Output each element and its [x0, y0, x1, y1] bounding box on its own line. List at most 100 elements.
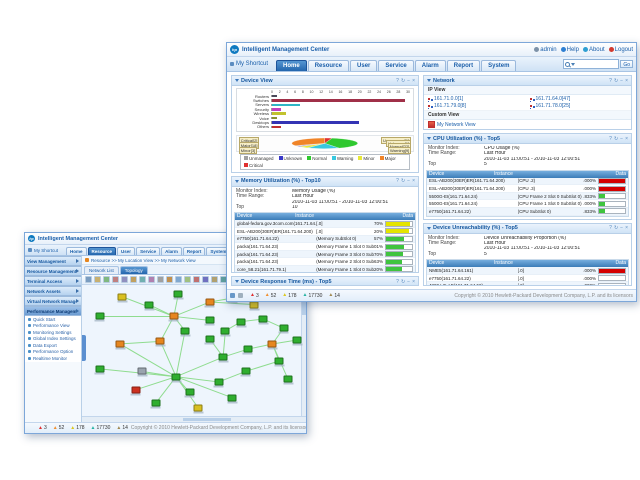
topology-node[interactable]: [118, 293, 127, 300]
search-input[interactable]: [576, 61, 612, 67]
topology-node[interactable]: [174, 291, 183, 298]
topology-node[interactable]: [169, 313, 178, 320]
subnet-link[interactable]: 161.71.78.0[25]: [530, 103, 628, 109]
table-row[interactable]: ESL-AB200(30ER)ER(161.71.64.200) (CPU .2…: [427, 178, 628, 186]
panel-control-icon[interactable]: ?: [609, 78, 612, 84]
topology-node[interactable]: [275, 357, 284, 364]
alarm-counter[interactable]: ▲ 3: [250, 293, 259, 299]
status-icon[interactable]: [238, 293, 243, 298]
scrollbar-thumb[interactable]: [183, 418, 231, 421]
help-link[interactable]: Help: [561, 47, 579, 53]
panel-control-icon[interactable]: ↻: [401, 78, 405, 84]
toolbar-icon[interactable]: [193, 276, 200, 283]
panel-control-icon[interactable]: ?: [609, 136, 612, 142]
column-header[interactable]: Device: [429, 171, 494, 178]
main-tab[interactable]: System: [481, 60, 516, 71]
topology-link[interactable]: [176, 357, 223, 377]
topology-node[interactable]: [284, 376, 293, 383]
column-header[interactable]: Device: [237, 213, 295, 220]
sidebar-collapse-handle[interactable]: [82, 335, 86, 361]
panel-control-icon[interactable]: ?: [396, 178, 399, 184]
panel-control-icon[interactable]: −: [407, 178, 410, 184]
toolbar-icon[interactable]: [202, 276, 209, 283]
topology-node[interactable]: [181, 327, 190, 334]
sidebar-section-header[interactable]: Terminal Access: [25, 276, 81, 286]
subnet-link[interactable]: 161.71.0.0[1]: [428, 96, 526, 102]
panel-control-icon[interactable]: −: [407, 279, 410, 285]
table-row[interactable]: core_58.21(161.71.79.1) (Memory Frame 1 …: [235, 266, 415, 273]
topology-node[interactable]: [205, 317, 214, 324]
column-header[interactable]: Instance: [295, 213, 402, 220]
alarm-counter[interactable]: ▲ 17730: [303, 293, 323, 299]
collapse-icon[interactable]: [427, 227, 431, 230]
main-tab[interactable]: User: [350, 60, 377, 71]
my-shortcut-link[interactable]: My Shortcut: [236, 61, 268, 67]
topology-node[interactable]: [279, 325, 288, 332]
toolbar-icon[interactable]: [130, 276, 137, 283]
main-tab[interactable]: Service: [378, 60, 413, 71]
main-tab[interactable]: Home: [276, 60, 307, 71]
collapse-icon[interactable]: [235, 280, 239, 283]
toolbar-icon[interactable]: [85, 276, 92, 283]
sidebar-section-header[interactable]: Performance Management: [25, 306, 81, 316]
table-row[interactable]: global-fedora.gov.3com.com(161.71.64.94)…: [235, 220, 415, 228]
sidebar-section-header[interactable]: Resource Management: [25, 266, 81, 276]
panel-control-icon[interactable]: ?: [609, 225, 612, 231]
main-tab[interactable]: Alarm: [161, 247, 182, 255]
breadcrumb-links[interactable]: Resource >> My Location View >> My Netwo…: [91, 258, 196, 263]
sidebar-item[interactable]: Global Index Settings: [25, 336, 81, 343]
topology-node[interactable]: [172, 373, 181, 380]
panel-control-icon[interactable]: −: [407, 78, 410, 84]
table-row[interactable]: e7750(161.71.64.22) (CPU SubSlot 0) 21.8…: [427, 208, 628, 216]
toolbar-icon[interactable]: [103, 276, 110, 283]
subnet-link[interactable]: 161.71.64.0[47]: [530, 96, 628, 102]
alarm-counter[interactable]: ▲ 14: [328, 293, 340, 299]
table-row[interactable]: 5500G-EI(161.71.64.24) (CPU Frame 2 Slot…: [427, 193, 628, 201]
main-tab[interactable]: User: [117, 247, 135, 255]
topology-node[interactable]: [151, 399, 160, 406]
table-row[interactable]: packa(161.71.64.23) (Memory Frame 3 Slot…: [235, 251, 415, 259]
view-tab[interactable]: Network List: [84, 266, 119, 274]
collapse-icon[interactable]: [235, 79, 239, 82]
search-field[interactable]: [563, 59, 619, 69]
topology-node[interactable]: [219, 354, 228, 361]
panel-control-icon[interactable]: ↻: [614, 225, 618, 231]
main-tab[interactable]: Resource: [88, 247, 117, 255]
toolbar-icon[interactable]: [157, 276, 164, 283]
topology-node[interactable]: [241, 368, 250, 375]
main-tab[interactable]: Report: [447, 60, 480, 71]
alarm-counter[interactable]: ▲ 52: [53, 425, 65, 431]
topology-node[interactable]: [214, 378, 223, 385]
panel-control-icon[interactable]: −: [620, 78, 623, 84]
my-shortcut-link[interactable]: My Shortcut: [34, 248, 58, 253]
main-tab[interactable]: Resource: [308, 60, 349, 71]
subnet-link[interactable]: 161.71.79.0[8]: [428, 103, 526, 109]
topology-node[interactable]: [194, 405, 203, 412]
table-row[interactable]: 5500G-EI(161.71.64.24) (CPU Frame 1 Slot…: [427, 200, 628, 208]
main-tab[interactable]: Home: [66, 247, 87, 255]
sidebar-section-header[interactable]: View Management: [25, 256, 81, 266]
topology-node[interactable]: [156, 338, 165, 345]
topology-link[interactable]: [176, 331, 185, 377]
alarm-counter[interactable]: ▲ 178: [70, 425, 84, 431]
topology-node[interactable]: [221, 327, 230, 334]
column-header[interactable]: Data: [402, 213, 413, 220]
toolbar-icon[interactable]: [175, 276, 182, 283]
toolbar-icon[interactable]: [112, 276, 119, 283]
topology-canvas[interactable]: [82, 285, 306, 416]
column-header[interactable]: Data: [615, 260, 626, 267]
chevron-down-icon[interactable]: [571, 63, 575, 66]
alarm-counter[interactable]: ▲ 14: [116, 425, 128, 431]
alarm-counter[interactable]: ▲ 17730: [91, 425, 111, 431]
toolbar-icon[interactable]: [139, 276, 146, 283]
panel-control-icon[interactable]: ↻: [401, 279, 405, 285]
panel-control-icon[interactable]: −: [620, 136, 623, 142]
logout-link[interactable]: Logout: [609, 47, 633, 53]
collapse-icon[interactable]: [427, 137, 431, 140]
main-tab[interactable]: Service: [136, 247, 160, 255]
sidebar-section-header[interactable]: Virtual Network Manager: [25, 296, 81, 306]
panel-control-icon[interactable]: ×: [412, 178, 415, 184]
go-button[interactable]: Go: [620, 60, 633, 68]
sidebar-item[interactable]: Performance Option: [25, 349, 81, 356]
panel-control-icon[interactable]: ×: [412, 78, 415, 84]
